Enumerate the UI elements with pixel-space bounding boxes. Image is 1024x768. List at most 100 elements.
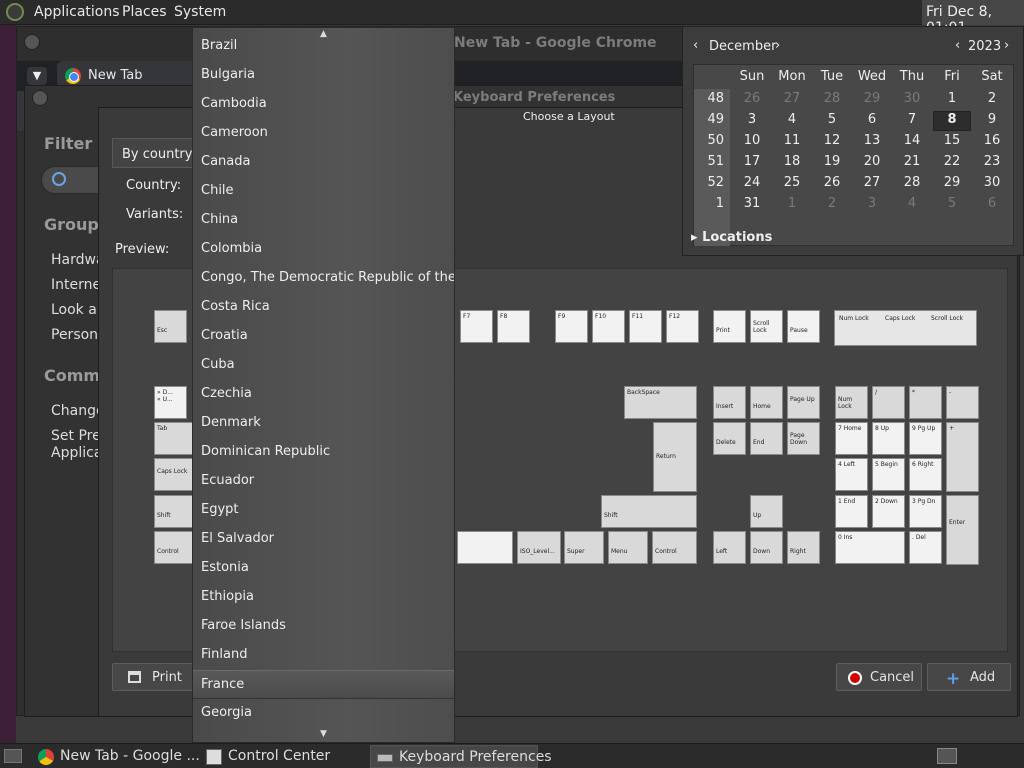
calendar-day[interactable]: 30 — [972, 175, 1012, 190]
calendar-day[interactable]: 22 — [932, 154, 972, 169]
calendar-day[interactable]: 5 — [932, 196, 972, 211]
country-option[interactable]: Cuba — [193, 351, 454, 380]
country-option[interactable]: China — [193, 206, 454, 235]
calendar-day[interactable]: 1 — [932, 91, 972, 106]
year-label: 2023 — [968, 39, 1002, 54]
calendar-day[interactable]: 26 — [812, 175, 852, 190]
calendar-day[interactable]: 2 — [812, 196, 852, 211]
calendar-day[interactable]: 1 — [772, 196, 812, 211]
key-f8: F8 — [497, 310, 530, 343]
calendar-day[interactable]: 13 — [852, 133, 892, 148]
calendar-day[interactable]: 24 — [732, 175, 772, 190]
next-year-button[interactable]: › — [1004, 38, 1009, 53]
system-menu[interactable]: System — [174, 4, 226, 20]
taskbar-keyboard-preferences[interactable]: Keyboard Preferences — [370, 745, 552, 768]
tab-search-chevron-icon[interactable]: ▼ — [27, 67, 47, 85]
calendar-day[interactable]: 11 — [772, 133, 812, 148]
mate-logo-icon[interactable] — [6, 3, 24, 21]
calendar-day[interactable]: 25 — [772, 175, 812, 190]
next-month-button[interactable]: › — [775, 38, 780, 53]
workspace-switcher[interactable] — [937, 748, 957, 764]
country-option[interactable]: Croatia — [193, 322, 454, 351]
tab-by-country[interactable]: By country — [112, 138, 197, 168]
add-button[interactable]: + Add — [927, 663, 1011, 691]
calendar-day[interactable]: 19 — [812, 154, 852, 169]
calendar-day[interactable]: 9 — [972, 112, 1012, 127]
window-menu-button[interactable] — [32, 90, 48, 106]
calendar-day[interactable]: 31 — [732, 196, 772, 211]
calendar-day[interactable]: 8 — [932, 112, 972, 127]
group-item-hardware[interactable]: Hardwa — [51, 252, 105, 268]
calendar-day[interactable]: 16 — [972, 133, 1012, 148]
applications-menu[interactable]: Applications — [34, 4, 120, 20]
common-item-change[interactable]: Change — [51, 403, 105, 419]
clock[interactable]: Fri Dec 8, 01:01 — [922, 0, 1024, 36]
prev-year-button[interactable]: ‹ — [955, 38, 960, 53]
calendar-day[interactable]: 10 — [732, 133, 772, 148]
show-desktop-icon[interactable] — [4, 749, 22, 763]
calendar-day[interactable]: 29 — [852, 91, 892, 106]
country-option[interactable]: Costa Rica — [193, 293, 454, 322]
calendar-day[interactable]: 28 — [892, 175, 932, 190]
chrome-tab-label: New Tab — [88, 68, 143, 83]
locations-expander[interactable]: ▸ Locations — [691, 230, 772, 245]
calendar-day[interactable]: 27 — [852, 175, 892, 190]
country-option[interactable]: Ecuador — [193, 467, 454, 496]
calendar-day[interactable]: 27 — [772, 91, 812, 106]
calendar-day[interactable]: 3 — [852, 196, 892, 211]
calendar-day[interactable]: 6 — [972, 196, 1012, 211]
taskbar-control-center[interactable]: Control Center — [200, 745, 366, 768]
country-option[interactable]: Czechia — [193, 380, 454, 409]
taskbar-chrome[interactable]: New Tab - Google ... — [32, 745, 200, 768]
calendar-day[interactable]: 3 — [732, 112, 772, 127]
calendar-day[interactable]: 21 — [892, 154, 932, 169]
calendar-day[interactable]: 30 — [892, 91, 932, 106]
country-option[interactable]: Faroe Islands — [193, 612, 454, 641]
scroll-down-arrow-icon[interactable]: ▼ — [193, 728, 454, 740]
taskbar-keyboard-preferences-label: Keyboard Preferences — [399, 749, 552, 765]
country-dropdown-list[interactable]: ▲ Brazil Bulgaria Cambodia Cameroon Canada Ch… — [192, 27, 455, 743]
calendar-day[interactable]: 4 — [772, 112, 812, 127]
calendar-day[interactable]: 4 — [892, 196, 932, 211]
places-menu[interactable]: Places — [122, 4, 167, 20]
calendar-day[interactable]: 26 — [732, 91, 772, 106]
month-label: December — [709, 39, 777, 54]
calendar-day[interactable]: 18 — [772, 154, 812, 169]
window-menu-button[interactable] — [24, 34, 40, 50]
calendar-day[interactable]: 7 — [892, 112, 932, 127]
country-option[interactable]: France — [193, 670, 454, 699]
country-option[interactable]: Canada — [193, 148, 454, 177]
country-option[interactable]: Egypt — [193, 496, 454, 525]
calendar-day[interactable]: 29 — [932, 175, 972, 190]
calendar-day[interactable]: 12 — [812, 133, 852, 148]
country-option[interactable]: Cambodia — [193, 90, 454, 119]
calendar-day[interactable]: 5 — [812, 112, 852, 127]
country-option[interactable]: Denmark — [193, 409, 454, 438]
country-option[interactable]: Congo, The Democratic Republic of the — [193, 264, 454, 293]
country-option[interactable]: El Salvador — [193, 525, 454, 554]
key-kp-plus: + — [946, 422, 979, 492]
country-option[interactable]: Cameroon — [193, 119, 454, 148]
country-option[interactable]: Bulgaria — [193, 61, 454, 90]
calendar-day[interactable]: 14 — [892, 133, 932, 148]
country-option[interactable]: Dominican Republic — [193, 438, 454, 467]
print-button[interactable]: Print — [112, 663, 199, 691]
calendar-day[interactable]: 6 — [852, 112, 892, 127]
country-option[interactable]: Brazil — [193, 32, 454, 61]
calendar-day[interactable]: 23 — [972, 154, 1012, 169]
calendar-day[interactable]: 2 — [972, 91, 1012, 106]
calendar-day[interactable]: 20 — [852, 154, 892, 169]
country-option[interactable]: Georgia — [193, 699, 454, 728]
calendar-day[interactable]: 28 — [812, 91, 852, 106]
key-return: Return — [653, 422, 697, 492]
bottom-panel: New Tab - Google ... Control Center Keyb… — [0, 743, 1024, 768]
cancel-button[interactable]: Cancel — [836, 663, 922, 691]
country-option[interactable]: Colombia — [193, 235, 454, 264]
prev-month-button[interactable]: ‹ — [693, 38, 698, 53]
country-option[interactable]: Estonia — [193, 554, 454, 583]
country-option[interactable]: Chile — [193, 177, 454, 206]
calendar-day[interactable]: 17 — [732, 154, 772, 169]
country-option[interactable]: Finland — [193, 641, 454, 670]
calendar-day[interactable]: 15 — [932, 133, 972, 148]
country-option[interactable]: Ethiopia — [193, 583, 454, 612]
